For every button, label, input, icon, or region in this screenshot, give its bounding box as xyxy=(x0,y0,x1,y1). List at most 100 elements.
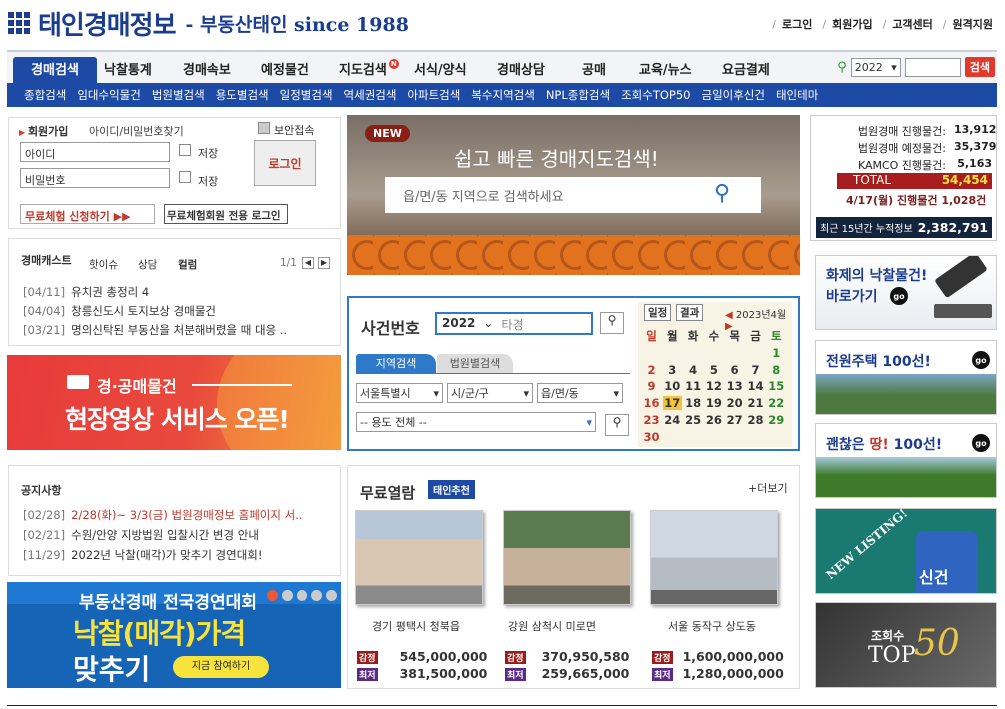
calendar-day[interactable]: 7 xyxy=(746,363,765,377)
search-icon[interactable]: ⚲ xyxy=(600,312,624,334)
top50-banner[interactable]: 조회수 TOP 50 xyxy=(815,602,997,688)
subnav-item[interactable]: 임대수익물건 xyxy=(77,87,140,103)
find-account-link[interactable]: 아이디/비밀번호찾기 xyxy=(89,123,184,139)
subnav-item[interactable]: 용도별검색 xyxy=(216,87,269,103)
calendar-day[interactable]: 14 xyxy=(746,379,765,393)
property-photo[interactable] xyxy=(355,510,483,605)
search-button[interactable]: 검색 xyxy=(964,57,995,77)
calendar-day[interactable]: 15 xyxy=(767,379,786,393)
save-pw-checkbox[interactable] xyxy=(179,171,191,183)
calendar-day[interactable]: 10 xyxy=(663,379,682,393)
land-banner[interactable]: 괜찮은 땅! 100선! go xyxy=(815,423,997,498)
contest-banner[interactable]: 부동산경매 전국경연대회 낙찰(매각)가격 맞추기 지금 참여하기 xyxy=(7,582,341,688)
tab-result[interactable]: 결과 xyxy=(676,304,704,321)
calendar-day[interactable]: 26 xyxy=(704,413,723,427)
calendar-day[interactable]: 2 xyxy=(642,363,661,377)
id-input[interactable]: 아이디 xyxy=(20,142,170,162)
property-name[interactable]: 서울 동작구 상도동 xyxy=(668,618,756,634)
calendar-day[interactable]: 28 xyxy=(746,413,765,427)
calendar-day[interactable]: 8 xyxy=(767,363,786,377)
calendar-day[interactable]: 29 xyxy=(767,413,786,427)
calendar-day[interactable]: 22 xyxy=(767,396,786,410)
prev-icon[interactable]: ◀ xyxy=(302,257,314,269)
login-button[interactable]: 로그인 xyxy=(254,140,316,186)
search-icon[interactable]: ⚲ xyxy=(714,181,730,206)
calendar-day[interactable]: 17 xyxy=(662,396,682,411)
subnav-item[interactable]: 법원별검색 xyxy=(152,87,205,103)
property-name[interactable]: 경기 평택시 청북읍 xyxy=(372,618,460,634)
calendar-day[interactable]: 21 xyxy=(746,396,765,410)
search-input[interactable] xyxy=(904,57,961,77)
tab-column[interactable]: 컬럼 xyxy=(178,257,197,272)
tab-court[interactable]: 법원별검색 xyxy=(437,354,513,373)
subnav-item[interactable]: 역세권검색 xyxy=(344,87,397,103)
list-item[interactable]: [11/29] 2022년 낙찰(매각)가 맞추기 경연대회! xyxy=(23,547,333,563)
calendar-day[interactable]: 9 xyxy=(642,379,661,393)
nav-stats[interactable]: 낙찰통계 xyxy=(104,59,152,78)
prev-month-icon[interactable]: ◀ xyxy=(725,310,733,321)
sigungu-select[interactable]: 시/군/구 ▾ xyxy=(447,383,533,403)
tab-consult[interactable]: 상담 xyxy=(138,257,157,272)
next-icon[interactable]: ▶ xyxy=(318,257,330,269)
password-input[interactable]: 비밀번호 xyxy=(20,168,170,188)
nav-planned[interactable]: 예정물건 xyxy=(261,59,309,78)
calendar-day[interactable]: 30 xyxy=(642,430,661,444)
save-id-checkbox[interactable] xyxy=(179,144,191,156)
nav-consult[interactable]: 경매상담 xyxy=(497,59,545,78)
list-item[interactable]: [04/04] 창릉신도시 토지보상 경매물건 xyxy=(23,303,333,319)
calendar-day[interactable]: 23 xyxy=(642,413,661,427)
subnav-item[interactable]: 일정별검색 xyxy=(280,87,333,103)
calendar-day[interactable]: 16 xyxy=(642,396,661,410)
list-item[interactable]: [03/21] 명의신탁된 부동산을 처분해버렸을 때 대응 .. xyxy=(23,322,333,338)
secure-checkbox[interactable] xyxy=(258,122,270,134)
site-logo[interactable]: 태인경매정보 - 부동산태인 since 1988 xyxy=(8,6,409,41)
nav-public[interactable]: 공매 xyxy=(582,59,606,78)
nav-forms[interactable]: 서식/양식 xyxy=(414,59,467,78)
calendar-day[interactable]: 13 xyxy=(725,379,744,393)
subnav-item[interactable]: 조회수TOP50 xyxy=(621,87,690,103)
calendar-day[interactable]: 3 xyxy=(663,363,682,377)
case-number-input[interactable]: 2022 ⌄ 타경 xyxy=(435,312,593,335)
new-listing-banner[interactable]: NEW LISTING! 신건 xyxy=(815,508,997,594)
use-select[interactable]: -- 용도 전체 -- ▾ xyxy=(356,412,596,432)
trial-apply-button[interactable]: 무료체험 신청하기 ▶▶ xyxy=(20,204,155,224)
tab-hot[interactable]: 핫이슈 xyxy=(89,257,118,272)
list-item[interactable]: [04/11] 유치권 총정리 4 xyxy=(23,284,333,300)
nav-map[interactable]: 지도검색 N xyxy=(339,59,399,78)
calendar-day[interactable]: 24 xyxy=(663,413,682,427)
calendar-day[interactable]: 5 xyxy=(704,363,723,377)
subnav-item[interactable]: 태인테마 xyxy=(776,87,818,103)
remote-link[interactable]: 원격지원 xyxy=(943,16,993,32)
calendar-day[interactable]: 12 xyxy=(704,379,723,393)
signup-link[interactable]: ▶ 회원가입 xyxy=(19,123,68,139)
hot-sale-banner[interactable]: 화제의 낙찰물건! 바로가기 go xyxy=(815,255,997,330)
participate-button[interactable]: 지금 참여하기 xyxy=(173,656,269,678)
subnav-item[interactable]: 복수지역검색 xyxy=(471,87,534,103)
support-link[interactable]: 고객센터 xyxy=(883,16,932,32)
map-search-input[interactable]: 읍/면/동 지역으로 검색하세요 xyxy=(385,177,761,213)
calendar-day[interactable]: 27 xyxy=(725,413,744,427)
more-link[interactable]: +더보기 xyxy=(748,480,788,496)
calendar-day[interactable]: 20 xyxy=(725,396,744,410)
signup-link[interactable]: 회원가입 xyxy=(822,16,872,32)
calendar-day[interactable]: 6 xyxy=(725,363,744,377)
nav-edu[interactable]: 교육/뉴스 xyxy=(639,59,692,78)
subnav-item[interactable]: 아파트검색 xyxy=(407,87,460,103)
calendar-day[interactable]: 11 xyxy=(684,379,703,393)
calendar-day[interactable]: 25 xyxy=(684,413,703,427)
subnav-item[interactable]: 종합검색 xyxy=(24,87,66,103)
nav-news[interactable]: 경매속보 xyxy=(183,59,231,78)
calendar-day[interactable]: 4 xyxy=(684,363,703,377)
sido-select[interactable]: 서울특별시 ▾ xyxy=(356,383,443,403)
subnav-item[interactable]: NPL종합검색 xyxy=(546,87,610,103)
login-link[interactable]: 로그인 xyxy=(772,16,812,32)
year-select[interactable]: 2022 ▾ xyxy=(850,57,901,77)
property-photo[interactable] xyxy=(503,510,631,605)
calendar-day[interactable]: 1 xyxy=(767,346,786,360)
calendar-day[interactable]: 18 xyxy=(684,396,703,410)
list-item[interactable]: [02/21] 수원/안양 지방법원 입찰시간 변경 안내 xyxy=(23,527,333,543)
property-photo[interactable] xyxy=(650,510,778,605)
trial-login-button[interactable]: 무료체험회원 전용 로그인 xyxy=(164,204,288,224)
subnav-item[interactable]: 금일이후신건 xyxy=(701,87,764,103)
video-service-banner[interactable]: 경·공매물건 현장영상 서비스 오픈! xyxy=(7,355,341,450)
